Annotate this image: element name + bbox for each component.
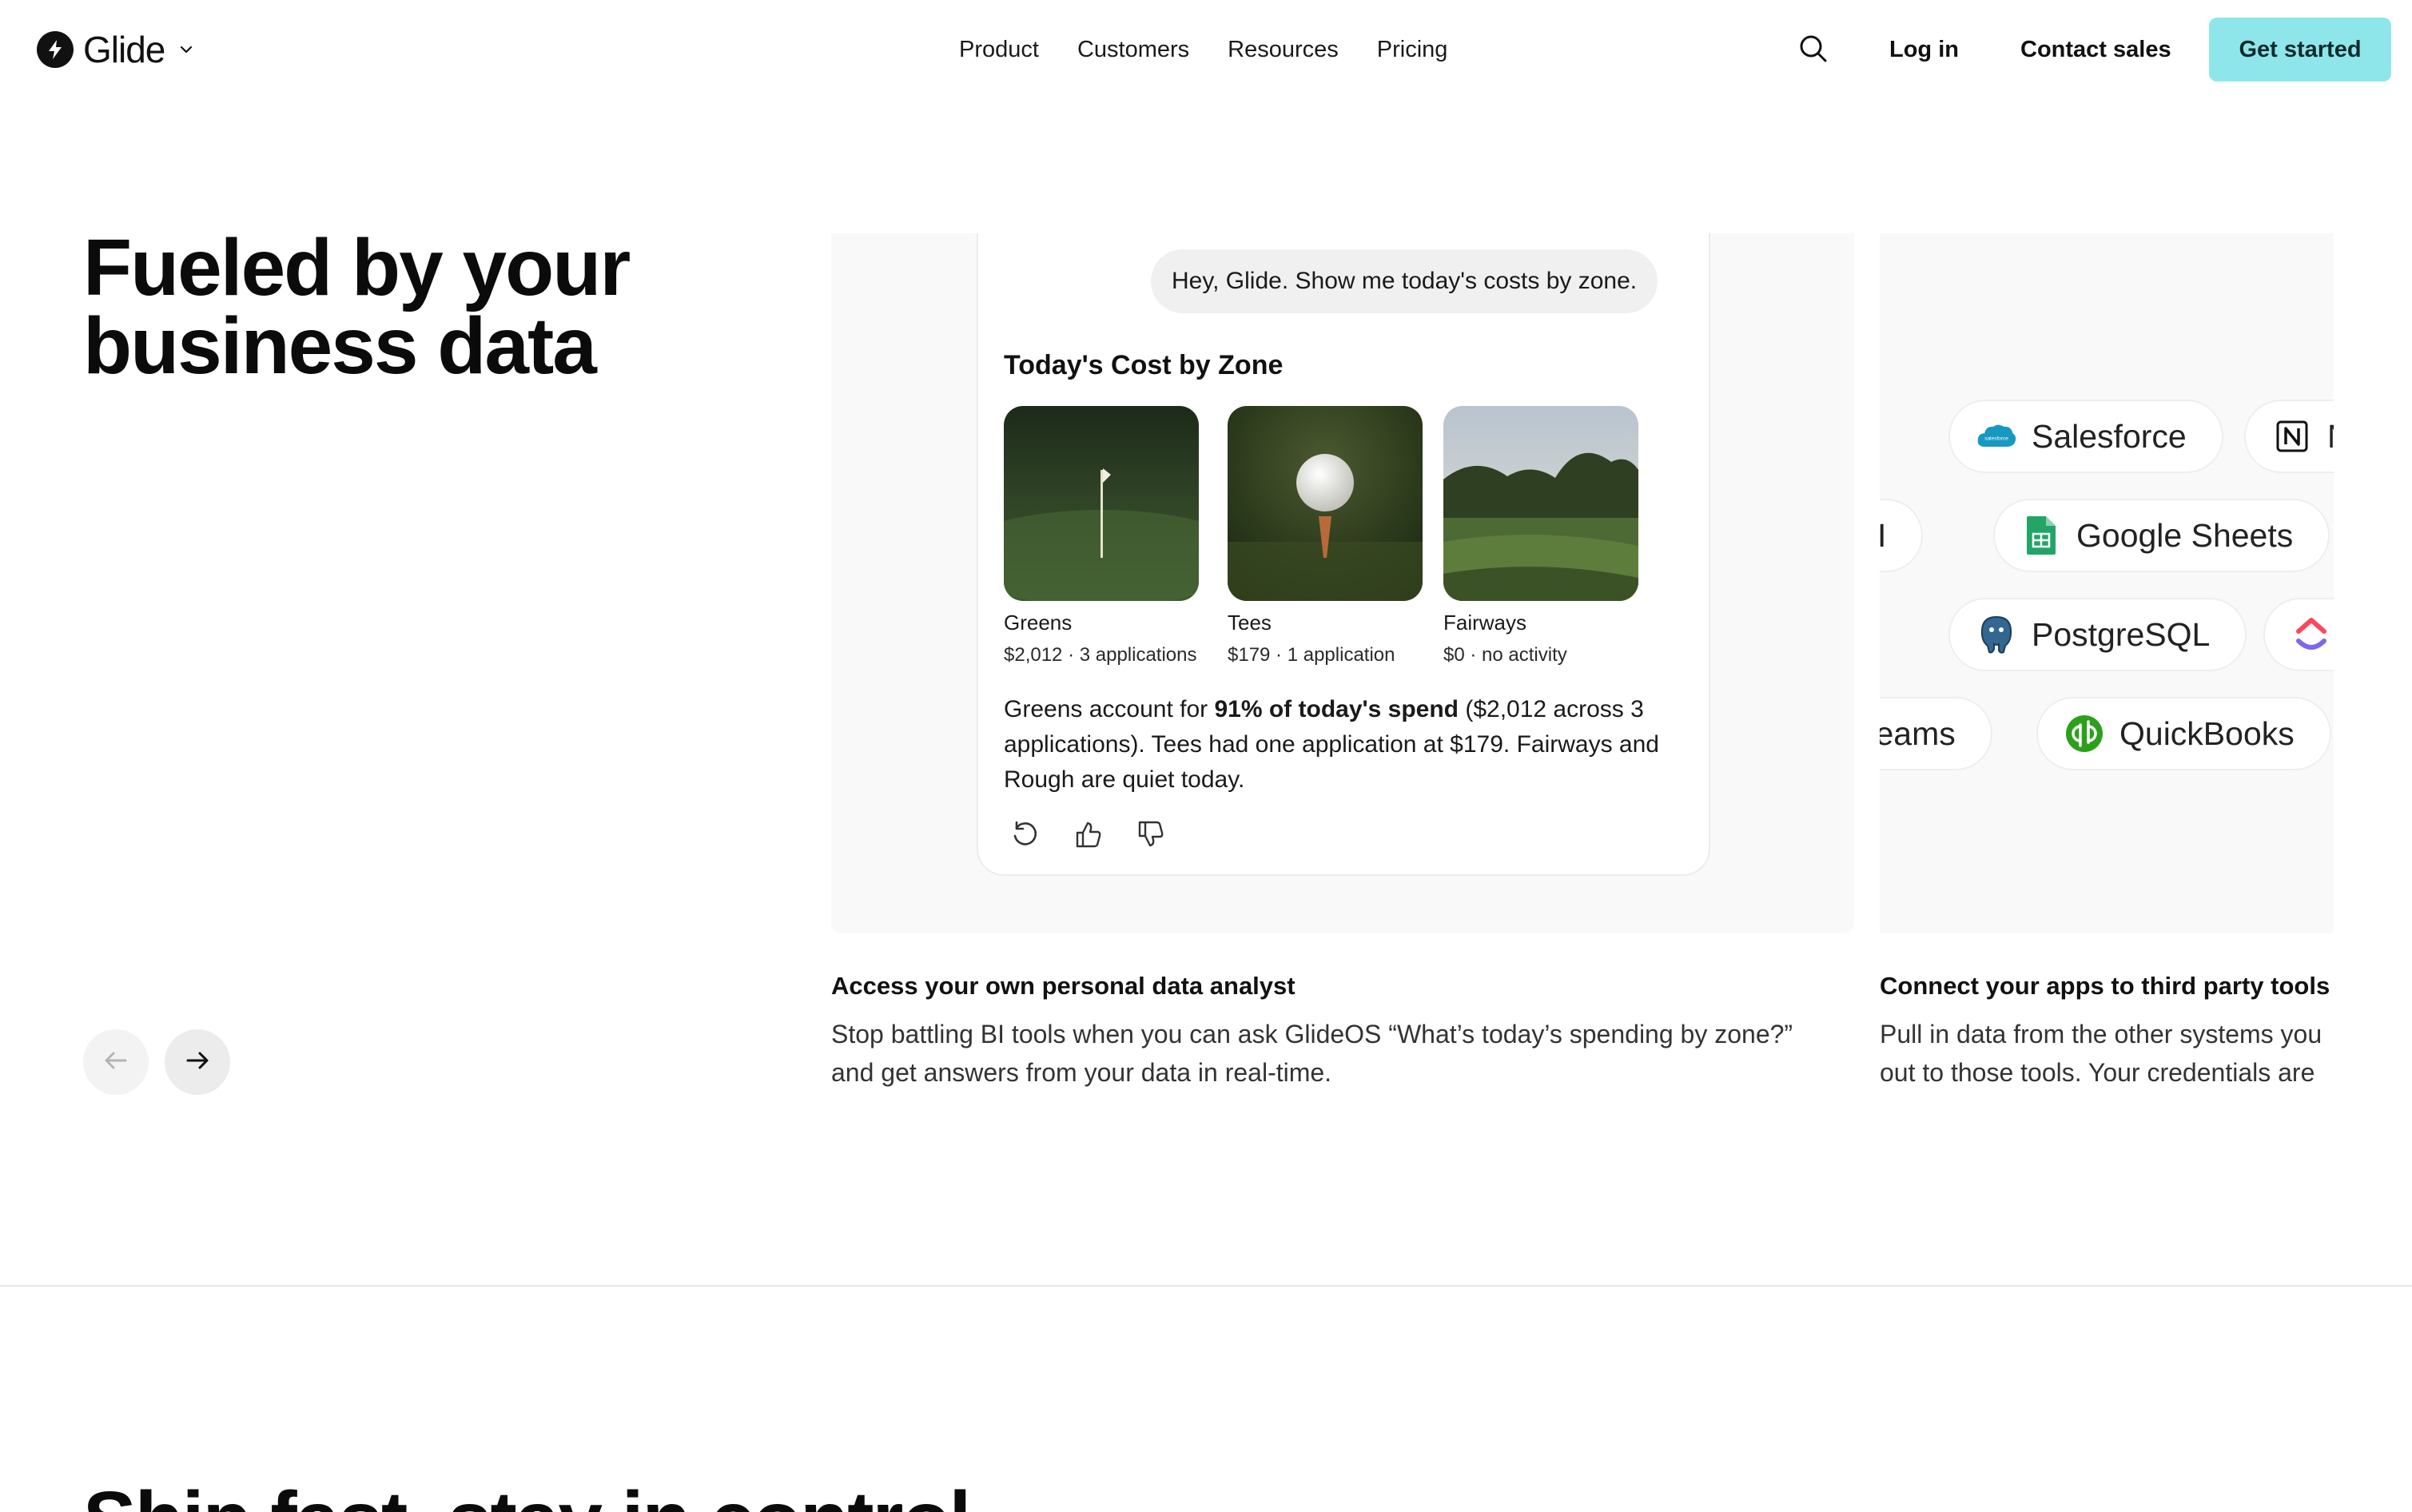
hero-title: Fueled by your business data bbox=[83, 228, 738, 386]
card1-caption-title: Access your own personal data analyst bbox=[831, 972, 1296, 1000]
card1-caption-body: Stop battling BI tools when you can ask … bbox=[831, 1015, 1793, 1092]
google-sheets-icon bbox=[2020, 515, 2062, 556]
integration-pill-teams: Teams bbox=[1880, 697, 1992, 770]
zone-name-fairways: Fairways bbox=[1443, 611, 1527, 635]
next-section-title: Ship fast, stay in control bbox=[83, 1480, 971, 1512]
zone-meta-fairways: $0 · no activity bbox=[1443, 644, 1567, 666]
nav-customers[interactable]: Customers bbox=[1077, 32, 1189, 67]
postgresql-icon bbox=[1976, 614, 2017, 655]
card2-caption-line-2: out to those tools. Your credentials are bbox=[1880, 1058, 2315, 1087]
integration-label-postgresql: PostgreSQL bbox=[2032, 615, 2211, 653]
summary-text-bold: 91% of today's spend bbox=[1214, 696, 1459, 722]
hero-title-line-2: business data bbox=[83, 301, 597, 391]
integration-pill-google-sheets: Google Sheets bbox=[1993, 499, 2330, 572]
hero-title-line-1: Fueled by your bbox=[83, 223, 631, 312]
card1-caption-line-1: Stop battling BI tools when you can ask … bbox=[831, 1020, 1793, 1048]
integration-label-teams: Teams bbox=[1880, 714, 1956, 752]
salesforce-logo-text: salesforce bbox=[1984, 436, 2008, 442]
integrations-clip-mask bbox=[2334, 233, 2412, 933]
thumbs-down-icon[interactable] bbox=[1133, 817, 1168, 852]
integration-pill-salesforce: salesforce Salesforce bbox=[1948, 400, 2223, 473]
integrations-panel-bg bbox=[1880, 233, 2334, 933]
summary-text-pre: Greens account for bbox=[1004, 696, 1215, 722]
user-message-bubble: Hey, Glide. Show me today's costs by zon… bbox=[1151, 249, 1658, 313]
brand-logo[interactable]: Glide bbox=[37, 29, 195, 70]
zone-name-tees: Tees bbox=[1228, 611, 1272, 635]
glide-logo-icon bbox=[37, 31, 74, 68]
integration-label-google-sheets: Google Sheets bbox=[2076, 516, 2294, 554]
notion-icon bbox=[2271, 416, 2313, 457]
integrations-card-panel: k salesforce Salesforce N enAI Google Sh… bbox=[1880, 233, 2412, 933]
zone-image-greens[interactable] bbox=[1004, 406, 1199, 601]
nav-resources[interactable]: Resources bbox=[1228, 32, 1339, 67]
carousel-prev-button[interactable] bbox=[83, 1029, 149, 1095]
integration-pill-partial-2-label: enAI bbox=[1880, 516, 1887, 554]
thumbs-up-icon[interactable] bbox=[1071, 817, 1106, 852]
search-icon[interactable] bbox=[1797, 32, 1830, 66]
main-nav: Product Customers Resources Pricing bbox=[959, 32, 1447, 67]
clickup-icon bbox=[2291, 614, 2332, 655]
next-section: Ship fast, stay in control bbox=[0, 1454, 2412, 1512]
salesforce-icon: salesforce bbox=[1976, 416, 2017, 457]
integration-pill-postgresql: PostgreSQL bbox=[1948, 598, 2247, 671]
integration-label-quickbooks: QuickBooks bbox=[2119, 714, 2295, 752]
card2-caption-body: Pull in data from the other systems you o… bbox=[1880, 1015, 2322, 1092]
carousel-next-button[interactable] bbox=[165, 1029, 230, 1095]
nav-product[interactable]: Product bbox=[959, 32, 1039, 67]
zone-image-fairways[interactable] bbox=[1443, 406, 1638, 601]
retry-icon[interactable] bbox=[1007, 817, 1042, 852]
get-started-button[interactable]: Get started bbox=[2209, 18, 2391, 82]
nav-pricing[interactable]: Pricing bbox=[1377, 32, 1448, 67]
card1-caption-line-2: and get answers from your data in real-t… bbox=[831, 1058, 1332, 1087]
section-divider bbox=[0, 1285, 2412, 1287]
quickbooks-icon bbox=[2064, 713, 2105, 754]
zone-name-greens: Greens bbox=[1004, 611, 1073, 635]
card2-caption-line-1: Pull in data from the other systems you bbox=[1880, 1020, 2322, 1048]
chevron-down-icon bbox=[177, 41, 195, 58]
integration-pill-quickbooks: QuickBooks bbox=[2036, 697, 2331, 770]
arrow-right-icon bbox=[183, 1046, 212, 1079]
chat-response-heading: Today's Cost by Zone bbox=[1004, 350, 1284, 380]
login-link[interactable]: Log in bbox=[1889, 32, 1959, 67]
brand-name: Glide bbox=[83, 29, 165, 70]
zone-image-tees[interactable] bbox=[1228, 406, 1423, 601]
card2-caption: Connect your apps to third party tools P… bbox=[1880, 959, 2334, 1119]
zone-meta-greens: $2,012 · 3 applications bbox=[1004, 644, 1197, 666]
integration-label-salesforce: Salesforce bbox=[2032, 417, 2187, 455]
arrow-left-icon bbox=[101, 1046, 130, 1079]
contact-sales-link[interactable]: Contact sales bbox=[2020, 32, 2171, 67]
card2-caption-title: Connect your apps to third party tools bbox=[1880, 972, 2330, 1000]
chat-response-summary: Greens account for 91% of today's spend … bbox=[1004, 692, 1680, 798]
zone-meta-tees: $179 · 1 application bbox=[1228, 644, 1395, 666]
